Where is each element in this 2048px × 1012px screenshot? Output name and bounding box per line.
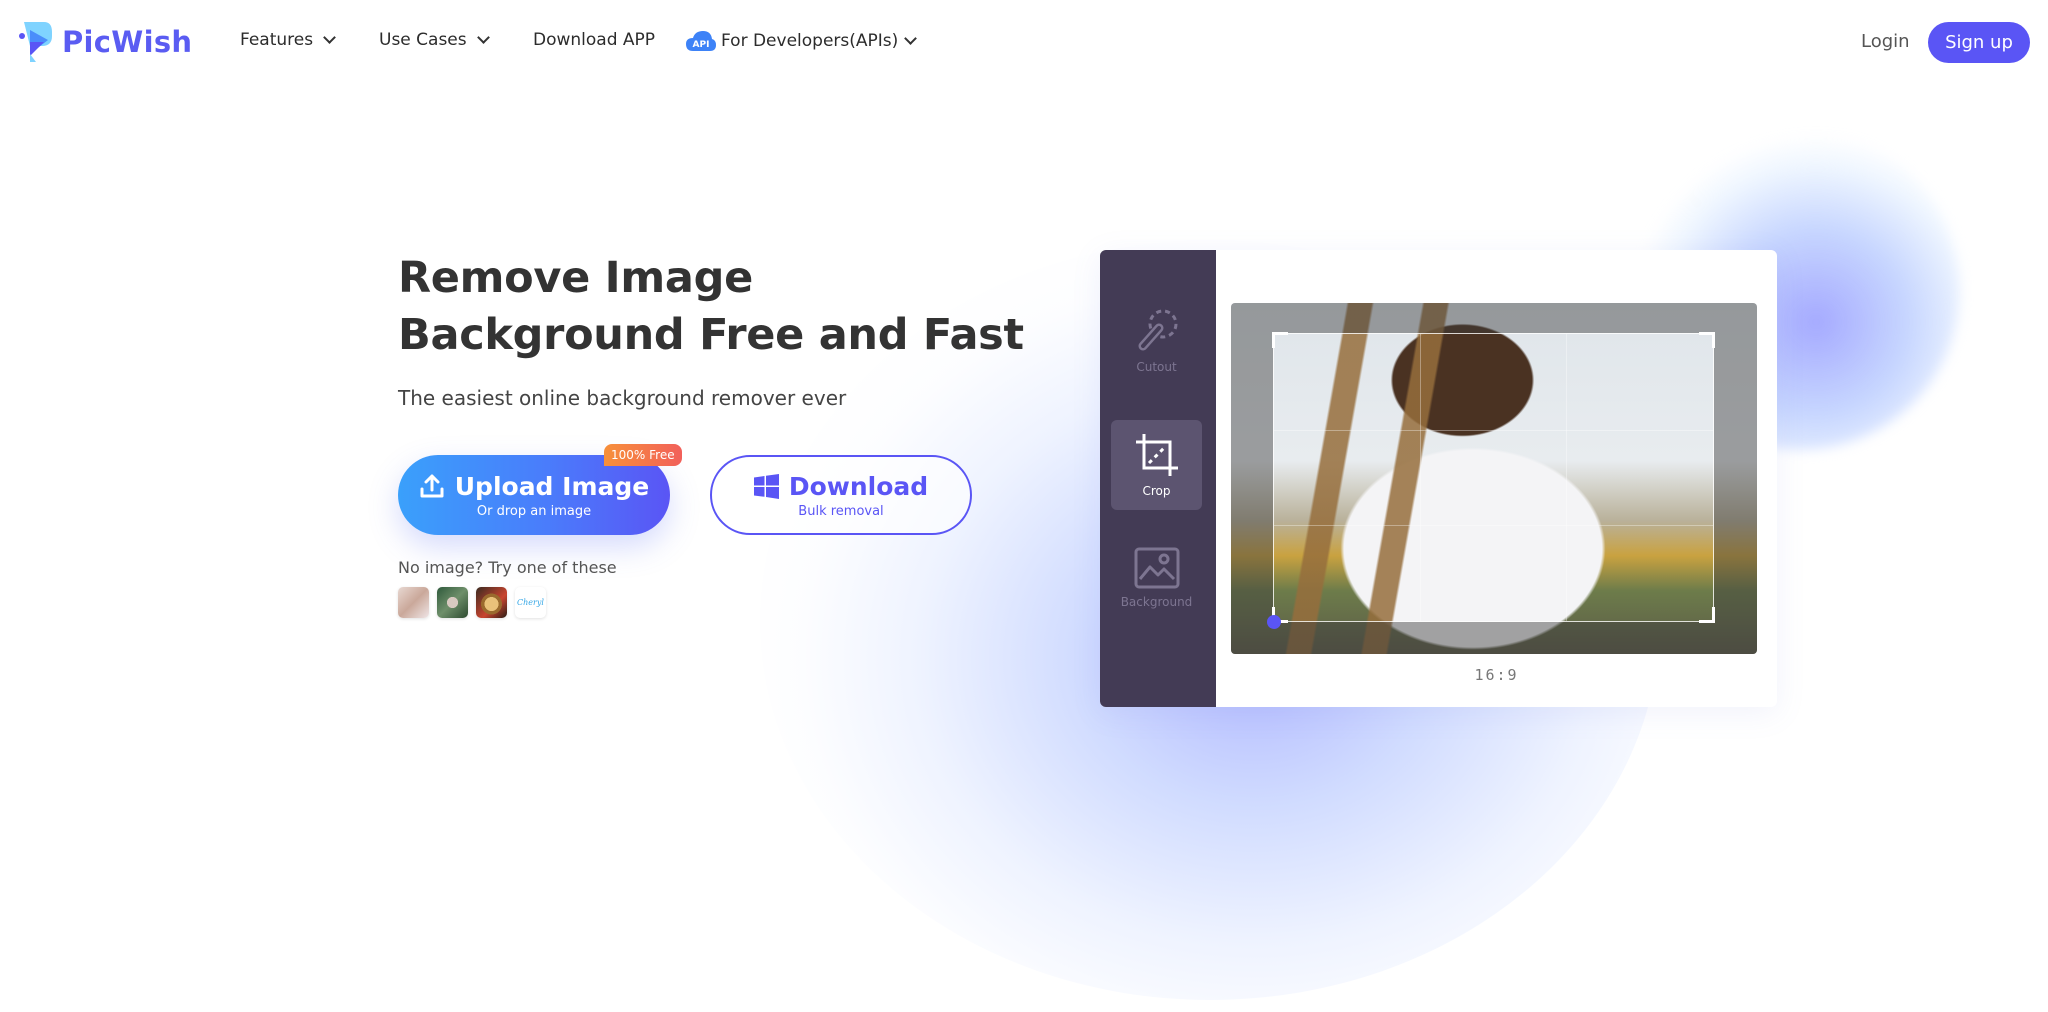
tool-background-label: Background: [1120, 595, 1193, 609]
upload-image-button[interactable]: Upload Image Or drop an image: [398, 455, 670, 535]
aspect-ratio-label: 16:9: [1474, 666, 1519, 684]
image-icon: [1134, 547, 1179, 589]
title-line-1: Remove Image: [398, 253, 753, 303]
page-subtitle: The easiest online background remover ev…: [398, 386, 847, 410]
sample-thumbnail-logo[interactable]: Cheryl: [515, 587, 546, 618]
crop-handle-bottom-right[interactable]: [1699, 607, 1715, 623]
tool-cutout[interactable]: Cutout: [1111, 295, 1202, 385]
download-bulk-button[interactable]: Download Bulk removal: [710, 455, 972, 535]
windows-icon: [753, 473, 779, 499]
crop-handle-top-right[interactable]: [1699, 332, 1715, 348]
crop-icon: [1135, 434, 1178, 476]
crop-grid-line: [1274, 525, 1713, 527]
free-badge: 100% Free: [604, 444, 682, 466]
editor-preview: Cutout Crop Background 16:9: [1100, 250, 1777, 707]
chevron-down-icon: [476, 31, 490, 44]
page-title: Remove Image Background Free and Fast: [398, 250, 1024, 364]
picwish-logo-icon: [19, 22, 52, 62]
title-line-2: Background Free and Fast: [398, 310, 1024, 360]
upload-label: Upload Image: [454, 471, 650, 501]
top-navigation: PicWish Features Use Cases Download APP …: [0, 0, 2048, 86]
chevron-down-icon: [904, 32, 918, 45]
editor-toolbar: Cutout Crop Background: [1100, 250, 1216, 707]
cutout-icon: [1138, 309, 1177, 351]
nav-use-cases-label: Use Cases: [379, 30, 467, 50]
nav-developers-label: For Developers(APIs): [721, 31, 899, 51]
crop-mask-top: [1231, 303, 1757, 333]
signup-button[interactable]: Sign up: [1928, 22, 2030, 63]
nav-developers[interactable]: API For Developers(APIs): [685, 30, 918, 52]
crop-grid-line: [1566, 334, 1568, 621]
nav-download-app[interactable]: Download APP: [533, 30, 655, 50]
nav-use-cases[interactable]: Use Cases: [379, 30, 490, 50]
tool-background[interactable]: Background: [1111, 533, 1202, 623]
cursor-indicator: [1267, 615, 1281, 629]
tool-crop[interactable]: Crop: [1111, 420, 1202, 510]
crop-canvas[interactable]: [1231, 303, 1757, 654]
api-cloud-icon: API: [686, 31, 716, 51]
sample-logo-text: Cheryl: [517, 598, 544, 607]
crop-mask-left: [1231, 333, 1273, 622]
upload-icon: [420, 474, 444, 498]
tool-crop-label: Crop: [1142, 484, 1171, 498]
crop-mask-right: [1714, 333, 1757, 622]
tool-cutout-label: Cutout: [1136, 360, 1177, 374]
sample-thumbnail-dog[interactable]: [476, 587, 507, 618]
sample-images: Cheryl: [398, 587, 546, 618]
nav-features-label: Features: [240, 30, 314, 50]
sample-thumbnail-woman[interactable]: [398, 587, 429, 618]
crop-mask-bottom: [1231, 622, 1757, 654]
sample-thumbnail-watch[interactable]: [437, 587, 468, 618]
logo[interactable]: PicWish: [18, 20, 192, 64]
nav-download-app-label: Download APP: [533, 30, 656, 50]
login-link[interactable]: Login: [1861, 31, 1910, 52]
brand-name: PicWish: [62, 25, 193, 59]
chevron-down-icon: [323, 31, 336, 44]
svg-text:API: API: [693, 40, 710, 50]
download-label: Download: [788, 471, 929, 501]
crop-frame[interactable]: [1272, 332, 1715, 623]
crop-handle-top-left[interactable]: [1272, 332, 1288, 348]
crop-grid-line: [1274, 429, 1713, 431]
sample-images-label: No image? Try one of these: [398, 558, 617, 577]
download-sublabel: Bulk removal: [798, 503, 884, 519]
crop-grid-line: [1420, 334, 1422, 621]
upload-sublabel: Or drop an image: [476, 503, 592, 519]
nav-features[interactable]: Features: [240, 30, 336, 50]
